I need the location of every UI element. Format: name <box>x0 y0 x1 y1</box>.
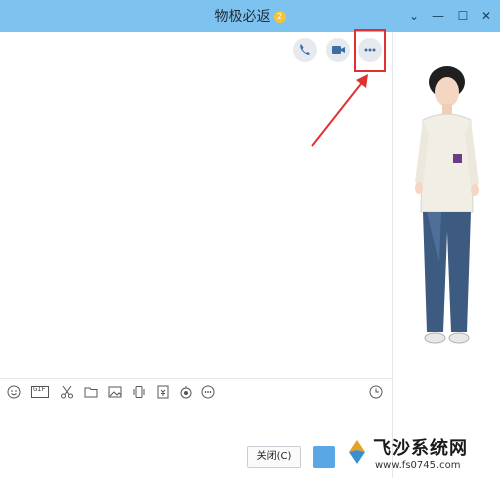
phone-icon <box>300 44 310 55</box>
close-window-button[interactable]: ✕ <box>478 8 494 24</box>
level-badge: 2 <box>273 11 286 23</box>
folder-icon[interactable] <box>84 384 98 398</box>
window-title: 物极必返 <box>214 9 271 25</box>
more-icon[interactable] <box>201 384 215 399</box>
title-bar: 物极必返 2 ⌄ — ☐ ✕ <box>0 0 500 32</box>
voice-icon[interactable] <box>179 384 193 399</box>
video-camera-icon <box>332 46 345 54</box>
gif-label: GIF <box>33 385 46 393</box>
side-panel <box>393 32 500 478</box>
gif-icon[interactable]: GIF <box>31 384 49 398</box>
window-title-wrap: 物极必返 2 <box>0 6 500 26</box>
send-button[interactable] <box>313 446 335 468</box>
clock-icon[interactable] <box>369 384 383 399</box>
message-input[interactable] <box>0 402 392 442</box>
watermark-logo <box>349 440 365 464</box>
shake-icon[interactable] <box>132 384 146 398</box>
minimize-button[interactable]: — <box>430 8 446 24</box>
annotation-arrow <box>311 74 368 147</box>
watermark-url: www.fs0745.com <box>375 460 461 471</box>
watermark: 飞沙系统网 www.fs0745.com <box>343 432 493 476</box>
dropdown-icon[interactable]: ⌄ <box>406 8 422 24</box>
red-packet-icon[interactable] <box>156 384 170 399</box>
highlight-box <box>354 29 386 72</box>
scissors-icon[interactable] <box>60 384 74 399</box>
image-icon[interactable] <box>108 384 122 398</box>
video-call-button[interactable] <box>326 38 350 62</box>
toolbar-divider <box>0 378 392 379</box>
avatar-figure <box>415 66 479 344</box>
maximize-button[interactable]: ☐ <box>455 8 471 24</box>
close-button[interactable]: 关闭(C) <box>247 446 301 468</box>
emoji-icon[interactable] <box>7 384 21 399</box>
watermark-text: 飞沙系统网 <box>373 438 468 459</box>
phone-call-button[interactable] <box>293 38 317 62</box>
